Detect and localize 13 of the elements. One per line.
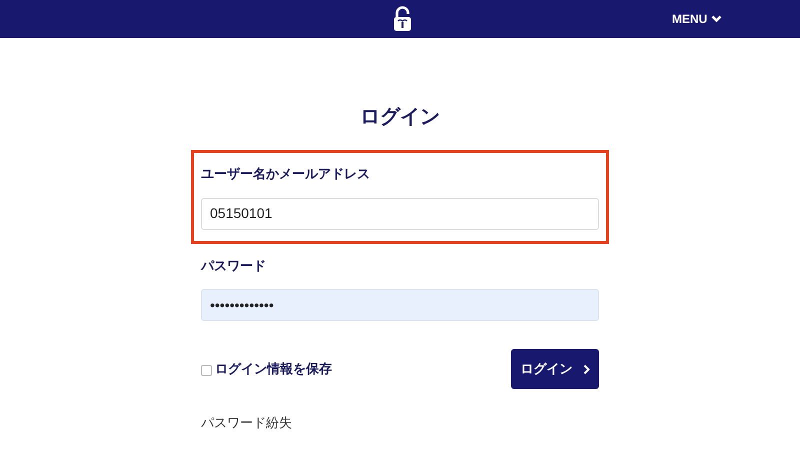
login-button[interactable]: ログイン	[511, 349, 599, 389]
chevron-right-icon	[582, 364, 590, 374]
checkbox-label: ログイン情報を保存	[215, 360, 332, 378]
input-field[interactable]: •••••••••••••	[201, 289, 599, 321]
menu-button[interactable]: MENU	[672, 10, 722, 28]
field-label: パスワード	[201, 256, 267, 274]
input-field[interactable]: 05150101	[201, 198, 599, 230]
padlock-icon[interactable]	[393, 6, 412, 32]
page-title: ログイン	[360, 105, 440, 130]
checkbox[interactable]	[201, 365, 212, 376]
field-label: ユーザー名かメールアドレス	[201, 165, 371, 183]
forgot-password-link[interactable]: パスワード紛失	[201, 413, 292, 432]
chevron-icon	[711, 15, 722, 23]
